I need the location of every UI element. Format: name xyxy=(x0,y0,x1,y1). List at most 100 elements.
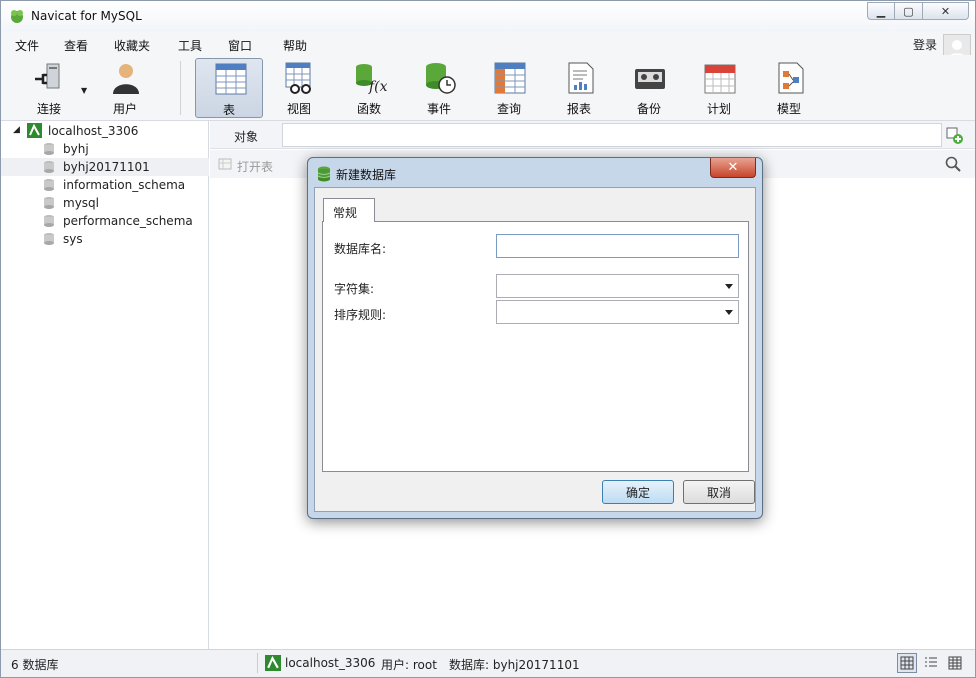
view-icon xyxy=(285,62,311,94)
tool-table[interactable]: 表 xyxy=(195,58,263,118)
tool-label: 表 xyxy=(222,103,235,117)
tree-db-label: byhj xyxy=(63,142,89,156)
expand-arrow-icon[interactable]: ◢ xyxy=(13,125,20,135)
menu-file[interactable]: 文件 xyxy=(15,37,39,54)
list-view-button[interactable] xyxy=(921,653,941,673)
objects-tab-label[interactable]: 对象 xyxy=(234,128,258,145)
tool-user[interactable]: 用户 xyxy=(91,58,159,118)
menu-bar: 文件 查看 收藏夹 工具 窗口 帮助 登录 xyxy=(1,31,975,62)
collation-select[interactable] xyxy=(496,300,739,324)
menu-help[interactable]: 帮助 xyxy=(283,37,307,54)
tree-db-item[interactable]: information_schema xyxy=(1,176,209,194)
dropdown-arrow-icon[interactable]: ▼ xyxy=(81,86,87,95)
tool-model[interactable]: 模型 xyxy=(755,58,823,118)
tree-db-label: performance_schema xyxy=(63,214,193,228)
svg-text:f(x): f(x) xyxy=(368,79,387,95)
object-tab-strip xyxy=(282,123,942,147)
tool-view[interactable]: 视图 xyxy=(265,58,333,118)
connection-icon xyxy=(265,655,281,671)
db-name-input[interactable] xyxy=(496,234,739,258)
grid-view-icon xyxy=(900,656,914,670)
user-icon xyxy=(113,64,139,94)
menu-view[interactable]: 查看 xyxy=(64,37,88,54)
collation-label: 排序规则: xyxy=(334,308,387,322)
tab-general[interactable]: 常规 xyxy=(323,198,375,222)
tool-query[interactable]: 查询 xyxy=(475,58,543,118)
dropdown-arrow-icon xyxy=(725,310,733,315)
open-table-icon xyxy=(218,158,232,170)
tree-db-label: byhj20171101 xyxy=(63,160,150,174)
tree-db-label: information_schema xyxy=(63,178,186,192)
menu-window[interactable]: 窗口 xyxy=(228,37,252,54)
tree-db-label: sys xyxy=(63,232,83,246)
tree-db-item[interactable]: byhj xyxy=(1,140,209,158)
tool-event[interactable]: 事件 xyxy=(405,58,473,118)
tool-label: 计划 xyxy=(706,102,731,116)
tool-label: 用户 xyxy=(112,102,137,116)
tool-label: 函数 xyxy=(356,102,381,116)
connection-tree: ◢ localhost_3306 byhj byhj20171101 infor… xyxy=(1,121,209,649)
status-bar: 6 数据库 localhost_3306 用户: root 数据库: byhj2… xyxy=(1,649,975,677)
tool-backup[interactable]: 备份 xyxy=(615,58,683,118)
cancel-button[interactable]: 取消 xyxy=(683,480,755,504)
tool-label: 视图 xyxy=(286,102,311,116)
query-icon xyxy=(494,62,526,94)
objects-bar: 对象 xyxy=(210,121,975,149)
detail-view-icon xyxy=(948,656,962,670)
window-title: Navicat for MySQL xyxy=(31,9,142,23)
connection-icon xyxy=(27,123,42,138)
status-database: 数据库: byhj20171101 xyxy=(449,658,580,672)
tree-db-label: mysql xyxy=(63,196,99,210)
tool-connection[interactable]: 连接 ▼ xyxy=(15,58,87,118)
calendar-icon xyxy=(704,64,736,94)
tool-label: 模型 xyxy=(776,102,801,116)
tool-schedule[interactable]: 计划 xyxy=(685,58,753,118)
plug-icon xyxy=(35,63,60,89)
window-controls: ▁ ▢ ✕ xyxy=(867,2,969,20)
add-object-icon[interactable] xyxy=(945,126,963,144)
database-icon xyxy=(317,166,331,182)
title-bar: Navicat for MySQL ▁ ▢ ✕ xyxy=(1,1,975,31)
general-panel: 数据库名: 字符集: 排序规则: xyxy=(322,221,749,472)
database-icon xyxy=(44,197,54,209)
tool-function[interactable]: f(x) 函数 xyxy=(335,58,403,118)
tool-label: 查询 xyxy=(496,102,521,116)
login-link[interactable]: 登录 xyxy=(913,36,937,53)
database-icon xyxy=(44,179,54,191)
tree-connection-label: localhost_3306 xyxy=(48,124,139,138)
main-toolbar: 连接 ▼ 用户 表 视图 f(x 函数 事件 查询 报表 备份 计划 模型 xyxy=(1,55,975,121)
event-icon xyxy=(426,63,456,94)
maximize-button[interactable]: ▢ xyxy=(895,2,923,20)
tree-db-item-selected[interactable]: byhj20171101 xyxy=(1,158,209,176)
tree-db-item[interactable]: sys xyxy=(1,230,209,248)
status-db-count: 6 数据库 xyxy=(11,658,59,672)
table-icon xyxy=(215,63,247,95)
navicat-logo-icon xyxy=(11,10,23,23)
grid-view-button[interactable] xyxy=(897,653,917,673)
charset-select[interactable] xyxy=(496,274,739,298)
dialog-close-button[interactable]: ✕ xyxy=(710,158,756,178)
report-icon xyxy=(568,62,594,94)
tree-db-item[interactable]: performance_schema xyxy=(1,212,209,230)
tool-report[interactable]: 报表 xyxy=(545,58,613,118)
dialog-title: 新建数据库 xyxy=(336,168,397,182)
menu-tools[interactable]: 工具 xyxy=(178,37,202,54)
open-table-button[interactable]: 打开表 xyxy=(237,158,273,175)
dialog-body: 常规 数据库名: 字符集: 排序规则: 确定 取消 xyxy=(314,187,756,512)
tree-db-item[interactable]: mysql xyxy=(1,194,209,212)
database-icon xyxy=(44,161,54,173)
tree-connection[interactable]: ◢ localhost_3306 xyxy=(1,122,209,140)
ok-button[interactable]: 确定 xyxy=(602,480,674,504)
detail-view-button[interactable] xyxy=(945,653,965,673)
close-button[interactable]: ✕ xyxy=(923,2,969,20)
database-icon xyxy=(44,143,54,155)
status-user: 用户: root xyxy=(381,658,437,672)
status-separator xyxy=(257,653,258,673)
menu-favorites[interactable]: 收藏夹 xyxy=(114,37,150,54)
minimize-button[interactable]: ▁ xyxy=(867,2,895,20)
function-icon: f(x) xyxy=(356,64,387,95)
tool-label: 连接 xyxy=(36,102,61,116)
toolbar-separator xyxy=(180,61,181,115)
search-icon[interactable] xyxy=(945,156,961,172)
db-name-label: 数据库名: xyxy=(334,242,387,256)
